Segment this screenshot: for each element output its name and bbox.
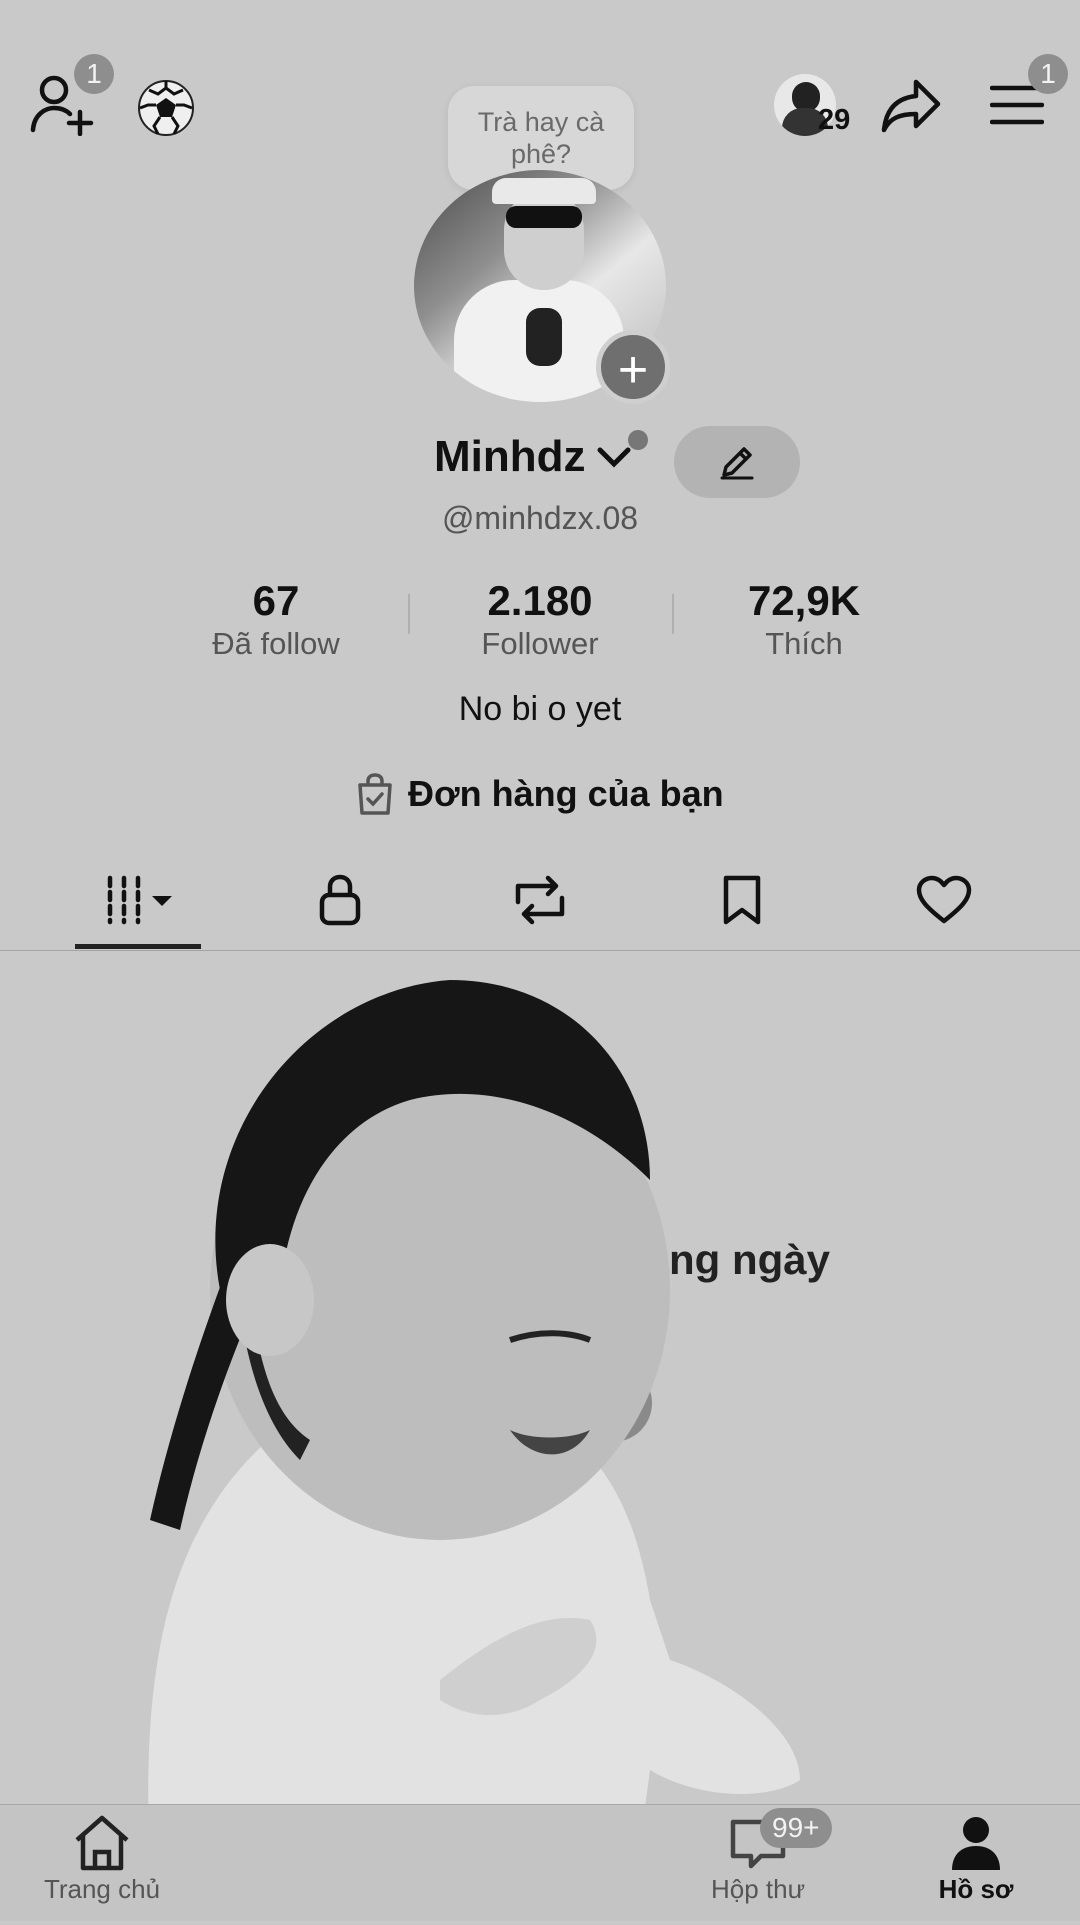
shopping-bag-icon [356, 773, 394, 815]
nav-profile-label: Hồ sơ [938, 1874, 1014, 1904]
edit-profile-button[interactable] [674, 426, 800, 498]
heart-icon [916, 875, 972, 925]
stat-label: Follower [481, 626, 599, 661]
grid-videos-icon [94, 874, 182, 926]
add-friend-badge: 1 [74, 54, 114, 94]
tab-videos[interactable] [88, 870, 188, 930]
tab-reposts[interactable] [490, 870, 590, 930]
inbox-badge: 99+ [760, 1808, 832, 1848]
stat-divider [408, 594, 410, 634]
stat-following[interactable]: 67 Đã follow [176, 578, 376, 664]
nav-inbox-label: Hộp thư [710, 1874, 805, 1904]
home-icon [22, 1814, 182, 1872]
username-handle: @minhdzx.08 [441, 500, 639, 536]
stat-value: 72,9K [747, 577, 861, 624]
repost-icon [510, 874, 570, 926]
nav-profile[interactable]: Hồ sơ [896, 1814, 1056, 1905]
stat-divider [672, 594, 674, 634]
soccer-ball-icon[interactable] [136, 78, 196, 138]
tab-liked[interactable] [894, 870, 994, 930]
tab-private[interactable] [290, 870, 390, 930]
status-dot [628, 430, 648, 450]
share-icon[interactable] [880, 78, 942, 134]
bio-text[interactable]: No bi o yet [0, 690, 1080, 729]
note-text: Trà hay cà phê? [477, 107, 605, 169]
bookmark-icon [722, 874, 762, 926]
viewers-count: 29 [818, 104, 851, 136]
stat-label: Đã follow [212, 626, 340, 661]
orders-link[interactable]: Đơn hàng của bạn [356, 772, 724, 816]
stat-followers[interactable]: 2.180 Follower [440, 578, 640, 664]
tab-divider [0, 950, 1080, 951]
stat-likes[interactable]: 72,9K Thích [704, 578, 904, 664]
profile-icon [896, 1814, 1056, 1872]
stat-label: Thích [765, 626, 843, 661]
active-tab-indicator [75, 944, 201, 949]
stat-value: 67 [252, 577, 300, 624]
chevron-down-icon[interactable] [596, 444, 632, 470]
display-name[interactable]: Minhdz [434, 432, 586, 482]
menu-badge: 1 [1028, 54, 1068, 94]
nav-home[interactable]: Trang chủ [22, 1814, 182, 1905]
add-story-button[interactable]: + [596, 330, 670, 404]
sticker-image [110, 960, 830, 1920]
orders-label: Đơn hàng của bạn [408, 773, 724, 814]
pencil-icon [718, 443, 756, 481]
tab-favorites[interactable] [692, 870, 792, 930]
stat-value: 2.180 [487, 577, 593, 624]
nav-home-label: Trang chủ [43, 1874, 161, 1904]
lock-icon [316, 873, 364, 927]
